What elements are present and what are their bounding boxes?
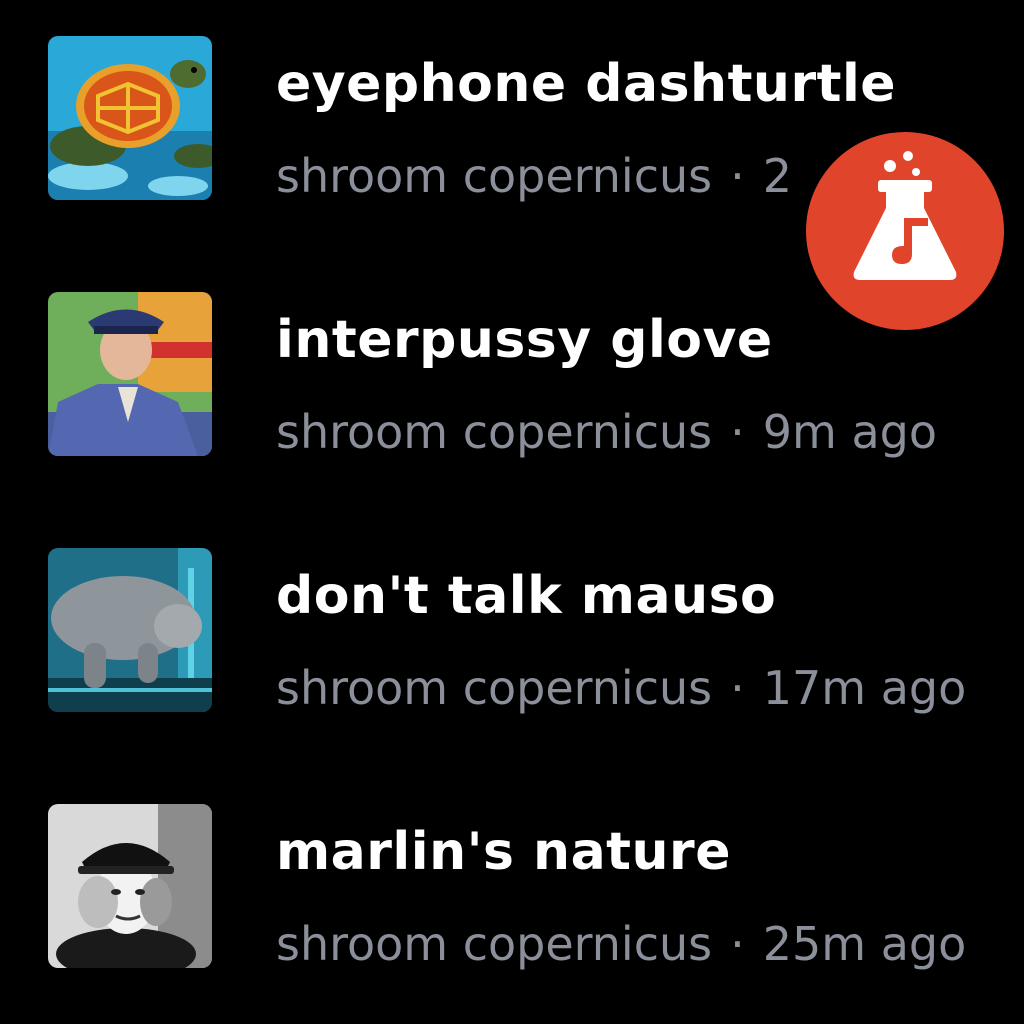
track-title: interpussy glove — [276, 310, 773, 370]
artist-name: shroom copernicus — [276, 149, 713, 203]
flask-music-note-icon[interactable] — [806, 132, 1004, 330]
timestamp: 25m ago — [762, 917, 967, 971]
track-title: eyephone dashturtle — [276, 54, 897, 114]
manatee-artwork — [48, 548, 212, 712]
track-title: don't talk mauso — [276, 566, 777, 626]
police-officer-artwork — [48, 292, 212, 456]
track-meta: shroom copernicus · 25m ago — [276, 916, 1024, 972]
sea-turtle-artwork — [48, 36, 212, 200]
artist-name: shroom copernicus — [276, 917, 713, 971]
list-item[interactable]: don't talk mauso shroom copernicus · 17m a… — [0, 548, 1024, 748]
separator-dot: · — [730, 405, 745, 459]
timestamp: 17m ago — [762, 661, 967, 715]
woman-hat-portrait-artwork — [48, 804, 212, 968]
list-item[interactable]: marlin's nature shroom copernicus · 25m ag… — [0, 804, 1024, 1004]
separator-dot: · — [730, 661, 745, 715]
timestamp: 9m ago — [762, 405, 937, 459]
separator-dot: · — [730, 917, 745, 971]
track-meta: shroom copernicus · 9m ago — [276, 404, 1024, 460]
track-meta: shroom copernicus · 17m ago — [276, 660, 1024, 716]
artist-name: shroom copernicus — [276, 661, 713, 715]
track-title: marlin's nature — [276, 822, 731, 882]
artist-name: shroom copernicus — [276, 405, 713, 459]
separator-dot: · — [730, 149, 745, 203]
timestamp: 2 — [762, 149, 793, 203]
